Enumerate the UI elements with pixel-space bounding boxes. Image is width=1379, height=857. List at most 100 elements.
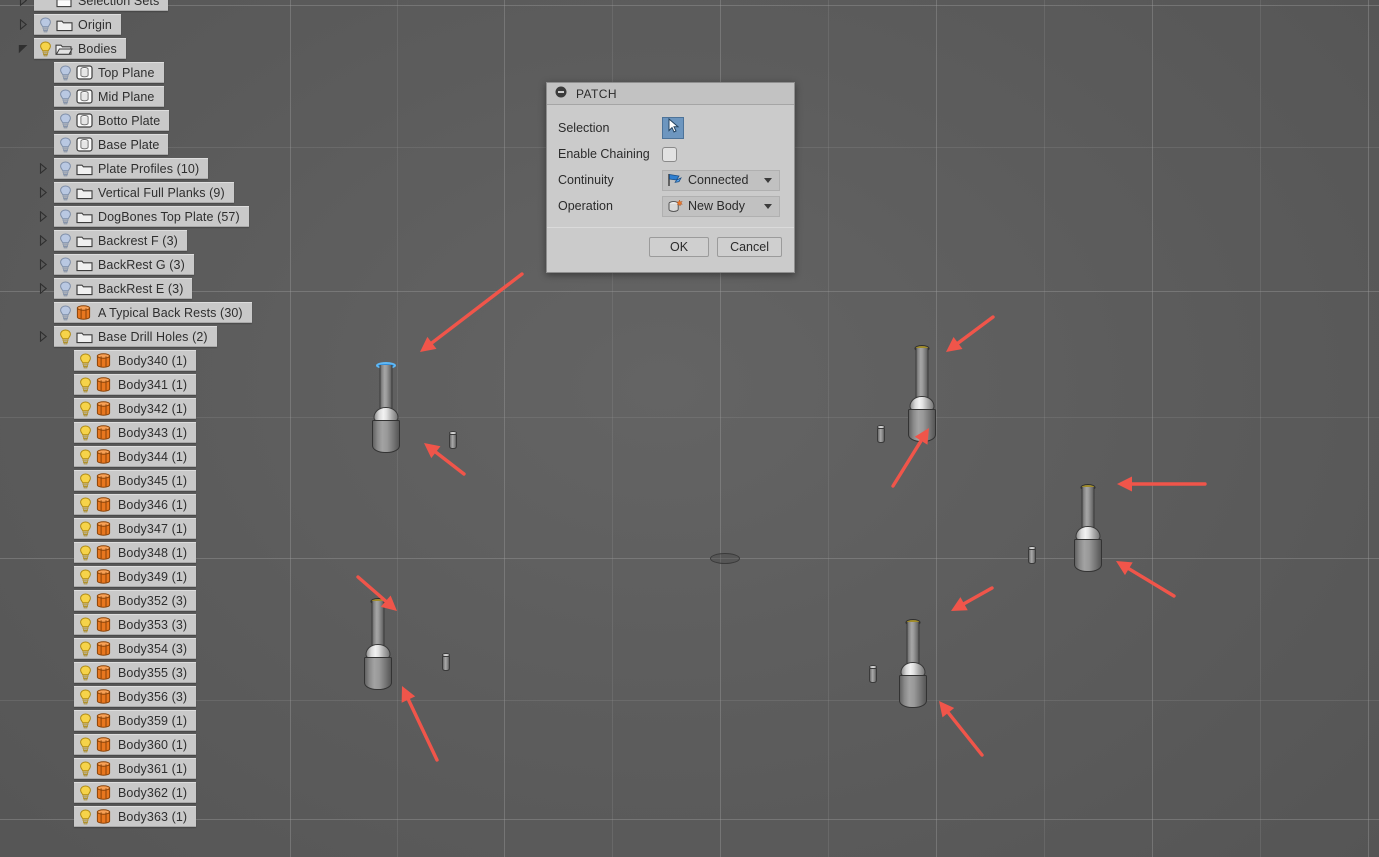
tree-row[interactable]: Base Plate <box>0 134 300 155</box>
tree-row-pill[interactable]: Body363 (1) <box>74 806 197 827</box>
tree-row[interactable]: Body341 (1) <box>0 374 300 395</box>
tree-row-pill[interactable]: Body348 (1) <box>74 542 197 563</box>
tree-row[interactable]: Body355 (3) <box>0 662 300 683</box>
tree-row[interactable]: Body347 (1) <box>0 518 300 539</box>
tree-row-pill[interactable]: Body341 (1) <box>74 374 197 395</box>
tree-row[interactable]: Body362 (1) <box>0 782 300 803</box>
bollard-body[interactable] <box>1073 484 1103 576</box>
tree-row-pill[interactable]: Body353 (3) <box>74 614 197 635</box>
tree-row[interactable]: Selection Sets <box>0 0 300 11</box>
tree-row[interactable]: Body343 (1) <box>0 422 300 443</box>
tree-row[interactable]: A Typical Back Rests (30) <box>0 302 300 323</box>
tree-row[interactable]: Body363 (1) <box>0 806 300 827</box>
tree-row[interactable]: Base Drill Holes (2) <box>0 326 300 347</box>
disclosure-triangle-collapsed-icon[interactable] <box>32 259 54 270</box>
ok-button[interactable]: OK <box>649 237 710 257</box>
tree-row-pill[interactable]: Bodies <box>34 38 126 59</box>
tree-row[interactable]: Mid Plane <box>0 86 300 107</box>
tree-row-pill[interactable]: Body359 (1) <box>74 710 197 731</box>
lightbulb-icon[interactable] <box>77 424 94 441</box>
lightbulb-icon[interactable] <box>57 232 74 249</box>
lightbulb-icon[interactable] <box>37 40 54 57</box>
tree-row-pill[interactable]: Body347 (1) <box>74 518 197 539</box>
bollard-body[interactable] <box>907 345 937 446</box>
enable-chaining-checkbox[interactable] <box>662 146 677 162</box>
tree-row-pill[interactable]: Plate Profiles (10) <box>54 158 209 179</box>
tree-row-pill[interactable]: Body342 (1) <box>74 398 197 419</box>
tree-row-pill[interactable]: BackRest G (3) <box>54 254 194 275</box>
tree-row-pill[interactable]: A Typical Back Rests (30) <box>54 302 252 323</box>
tree-row[interactable]: Botto Plate <box>0 110 300 131</box>
patch-dialog-titlebar[interactable]: PATCH <box>547 83 794 105</box>
tree-row[interactable]: Body340 (1) <box>0 350 300 371</box>
tree-row[interactable]: Body348 (1) <box>0 542 300 563</box>
disclosure-triangle-collapsed-icon[interactable] <box>32 211 54 222</box>
operation-dropdown[interactable]: New Body <box>662 195 780 217</box>
lightbulb-icon[interactable] <box>57 136 74 153</box>
lightbulb-icon[interactable] <box>57 208 74 225</box>
lightbulb-icon[interactable] <box>77 712 94 729</box>
lightbulb-icon[interactable] <box>57 64 74 81</box>
cancel-button[interactable]: Cancel <box>717 237 782 257</box>
lightbulb-icon[interactable] <box>77 400 94 417</box>
tree-row-pill[interactable]: DogBones Top Plate (57) <box>54 206 249 227</box>
disclosure-triangle-collapsed-icon[interactable] <box>32 187 54 198</box>
stud-body[interactable] <box>1027 546 1037 566</box>
lightbulb-icon[interactable] <box>77 664 94 681</box>
tree-row[interactable]: Origin <box>0 14 300 35</box>
lightbulb-icon[interactable] <box>57 328 74 345</box>
lightbulb-icon[interactable] <box>37 16 54 33</box>
lightbulb-icon[interactable] <box>77 520 94 537</box>
lightbulb-icon[interactable] <box>77 688 94 705</box>
tree-row-pill[interactable]: Base Drill Holes (2) <box>54 326 217 347</box>
tree-row-pill[interactable]: Body352 (3) <box>74 590 197 611</box>
tree-row[interactable]: Bodies <box>0 38 300 59</box>
lightbulb-icon[interactable] <box>57 160 74 177</box>
tree-row[interactable]: Backrest F (3) <box>0 230 300 251</box>
tree-row[interactable]: Body342 (1) <box>0 398 300 419</box>
tree-row[interactable]: Vertical Full Planks (9) <box>0 182 300 203</box>
lightbulb-icon[interactable] <box>77 568 94 585</box>
tree-row[interactable]: Body344 (1) <box>0 446 300 467</box>
lightbulb-icon[interactable] <box>57 88 74 105</box>
tree-row-pill[interactable]: Body355 (3) <box>74 662 197 683</box>
chevron-down-icon[interactable] <box>764 177 772 183</box>
tree-row-pill[interactable]: Selection Sets <box>34 0 169 11</box>
tree-row-pill[interactable]: Body343 (1) <box>74 422 197 443</box>
lightbulb-icon[interactable] <box>57 304 74 321</box>
selection-select-button[interactable] <box>662 117 684 139</box>
tree-row[interactable]: Body349 (1) <box>0 566 300 587</box>
tree-row-pill[interactable]: BackRest E (3) <box>54 278 193 299</box>
tree-row[interactable]: Body361 (1) <box>0 758 300 779</box>
tree-row-pill[interactable]: Body362 (1) <box>74 782 197 803</box>
tree-row-pill[interactable]: Body360 (1) <box>74 734 197 755</box>
stud-body[interactable] <box>868 665 878 685</box>
tree-row[interactable]: BackRest G (3) <box>0 254 300 275</box>
tree-row-pill[interactable]: Body349 (1) <box>74 566 197 587</box>
tree-row-pill[interactable]: Backrest F (3) <box>54 230 187 251</box>
lightbulb-icon[interactable] <box>77 376 94 393</box>
tree-row-pill[interactable]: Body356 (3) <box>74 686 197 707</box>
tree-row[interactable]: DogBones Top Plate (57) <box>0 206 300 227</box>
tree-row-pill[interactable]: Mid Plane <box>54 86 164 107</box>
stud-body[interactable] <box>876 425 886 445</box>
lightbulb-icon[interactable] <box>77 640 94 657</box>
lightbulb-icon[interactable] <box>77 616 94 633</box>
tree-row-pill[interactable]: Origin <box>34 14 121 35</box>
tree-row-pill[interactable]: Body340 (1) <box>74 350 197 371</box>
disclosure-triangle-collapsed-icon[interactable] <box>12 19 34 30</box>
lightbulb-icon[interactable] <box>77 472 94 489</box>
lightbulb-icon[interactable] <box>57 184 74 201</box>
tree-row-pill[interactable]: Body354 (3) <box>74 638 197 659</box>
tree-row[interactable]: Body345 (1) <box>0 470 300 491</box>
lightbulb-icon[interactable] <box>57 256 74 273</box>
bollard-body[interactable] <box>371 362 401 457</box>
stud-body[interactable] <box>448 431 458 451</box>
tree-row-pill[interactable]: Body361 (1) <box>74 758 197 779</box>
tree-row[interactable]: Body346 (1) <box>0 494 300 515</box>
minus-circle-icon[interactable] <box>555 85 567 103</box>
tree-row-pill[interactable]: Body346 (1) <box>74 494 197 515</box>
continuity-dropdown[interactable]: Connected <box>662 169 780 191</box>
lightbulb-icon[interactable] <box>77 760 94 777</box>
patch-dialog[interactable]: PATCH Selection Enable Chaining Continui… <box>546 82 795 273</box>
